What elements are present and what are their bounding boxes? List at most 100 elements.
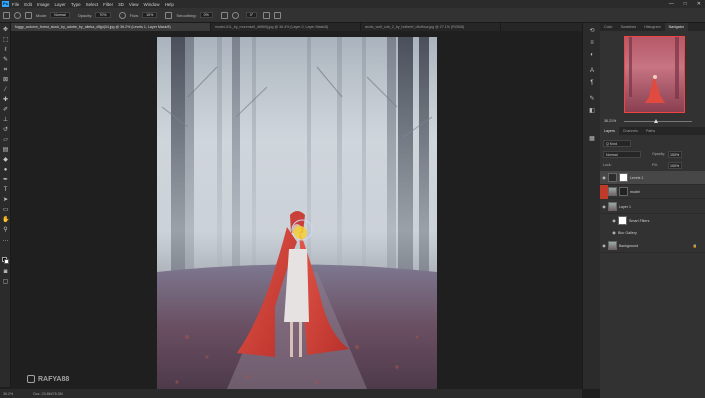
tab-label: arctic_wolf_cub_2_by_hotbeef_d4cfbua.jpg… — [365, 25, 465, 29]
history-icon[interactable]: ⟲ — [588, 27, 596, 35]
minimize-button[interactable]: — — [669, 1, 674, 7]
quick-mask-icon[interactable]: ◙ — [2, 269, 9, 276]
libraries-icon[interactable]: ▦ — [588, 135, 596, 143]
pressure-size-icon[interactable] — [263, 11, 271, 19]
menu-image[interactable]: Image — [37, 2, 50, 7]
menu-view[interactable]: View — [129, 2, 139, 7]
mask-thumbnail[interactable] — [619, 173, 628, 182]
visibility-eye-icon[interactable]: ◉ — [600, 243, 608, 248]
smart-filters-row[interactable]: ◉ Smart Filters — [600, 215, 705, 226]
visibility-eye-icon[interactable]: ◉ — [600, 204, 608, 209]
layer-row-layer1[interactable]: ◉ Layer 1 — [600, 200, 705, 214]
navigator-zoom[interactable]: 36.21% — [604, 119, 616, 123]
more-icon[interactable]: … — [2, 237, 9, 244]
rectangle-icon[interactable]: ▭ — [2, 207, 9, 214]
tab-histogram[interactable]: Histogram — [640, 23, 664, 31]
navigator-zoom-slider[interactable] — [624, 119, 692, 123]
tab-channels[interactable]: Channels — [619, 127, 642, 135]
smoothing-input[interactable]: 0% — [199, 12, 213, 18]
visibility-eye-icon[interactable]: ◉ — [610, 218, 618, 223]
slider-knob[interactable] — [654, 119, 658, 123]
blur-icon[interactable]: ◆ — [2, 157, 9, 164]
visibility-eye-icon[interactable]: ◉ — [600, 175, 608, 180]
menu-help[interactable]: Help — [165, 2, 174, 7]
pen-icon[interactable]: ✒ — [2, 177, 9, 184]
home-icon[interactable] — [3, 11, 10, 19]
window-controls: — □ ✕ — [669, 1, 701, 7]
marquee-icon[interactable]: ⬚ — [2, 37, 9, 44]
visibility-toggle-red[interactable] — [600, 184, 608, 199]
document-image[interactable] — [157, 37, 437, 389]
gradient-icon[interactable]: ▤ — [2, 147, 9, 154]
menu-window[interactable]: Window — [144, 2, 160, 7]
styles-icon[interactable]: ◧ — [588, 107, 596, 115]
layer-row-background[interactable]: ◉ Background 🔒 — [600, 239, 705, 253]
crop-icon[interactable]: ⌗ — [2, 67, 9, 74]
eyedropper-icon[interactable]: ⁄ — [2, 87, 9, 94]
maximize-button[interactable]: □ — [684, 1, 687, 7]
layer-opacity-input[interactable]: 100% — [668, 151, 682, 158]
history-brush-icon[interactable]: ↺ — [2, 127, 9, 134]
screen-mode-icon[interactable]: ▢ — [2, 279, 9, 286]
menu-type[interactable]: Type — [71, 2, 81, 7]
tab-swatches[interactable]: Swatches — [617, 23, 641, 31]
move-icon[interactable]: ✥ — [2, 27, 9, 34]
dodge-icon[interactable]: ● — [2, 167, 9, 174]
menu-3d[interactable]: 3D — [118, 2, 124, 7]
menu-file[interactable]: File — [12, 2, 19, 7]
blend-mode-select[interactable]: Normal — [603, 151, 641, 158]
brush-icon[interactable]: ✐ — [2, 107, 9, 114]
navigator-preview[interactable] — [624, 36, 685, 113]
pressure-opacity-icon[interactable] — [118, 11, 126, 19]
angle-input[interactable]: 0° — [245, 12, 258, 18]
zoom-icon[interactable]: ⚲ — [2, 227, 9, 234]
zoom-level[interactable]: 36.2% — [3, 392, 13, 396]
airbrush-icon[interactable] — [165, 11, 173, 19]
smoothing-settings-icon[interactable] — [220, 11, 228, 19]
menu-edit[interactable]: Edit — [24, 2, 32, 7]
adjustments-icon[interactable]: ◐ — [588, 51, 596, 59]
paragraph-icon[interactable]: ¶ — [588, 79, 596, 87]
symmetry-icon[interactable] — [274, 11, 282, 19]
menu-select[interactable]: Select — [86, 2, 99, 7]
forest-scene — [157, 37, 437, 389]
fill-input[interactable]: 100% — [668, 162, 682, 169]
frame-icon[interactable]: ⊠ — [2, 77, 9, 84]
tab-wolf-document[interactable]: arctic_wolf_cub_2_by_hotbeef_d4cfbua.jpg… — [361, 23, 501, 31]
layer-row-levels[interactable]: ◉ Levels 1 — [600, 171, 705, 185]
menu-layer[interactable]: Layer — [55, 2, 66, 7]
stamp-icon[interactable]: ⊥ — [2, 117, 9, 124]
layer-row-model[interactable]: model — [600, 184, 705, 199]
path-select-icon[interactable]: ➤ — [2, 197, 9, 204]
layer-filter-kind[interactable]: Q Kind — [603, 140, 631, 147]
menu-filter[interactable]: Filter — [103, 2, 113, 7]
tab-color[interactable]: Color — [600, 23, 617, 31]
mode-select[interactable]: Normal — [50, 12, 70, 18]
brush-preset-icon[interactable] — [14, 11, 21, 19]
mask-thumbnail[interactable] — [619, 187, 628, 196]
healing-icon[interactable]: ✚ — [2, 97, 9, 104]
visibility-eye-icon[interactable]: ◉ — [610, 230, 618, 235]
type-icon[interactable]: T — [2, 187, 9, 194]
canvas-area[interactable]: RAFYA88 — [11, 31, 582, 389]
tab-layers[interactable]: Layers — [600, 127, 619, 135]
opacity-label: Opacity: — [77, 12, 93, 18]
brushes-icon[interactable]: ✎ — [588, 95, 596, 103]
opacity-input[interactable]: 70% — [95, 12, 111, 18]
lasso-icon[interactable]: ℓ — [2, 47, 9, 54]
quick-select-icon[interactable]: ✎ — [2, 57, 9, 64]
close-button[interactable]: ✕ — [697, 1, 701, 7]
character-icon[interactable]: A — [588, 67, 596, 75]
tab-forest-document[interactable]: foggy_autumn_forest_stock_by_adobe_by_ai… — [11, 23, 211, 31]
brush-settings-icon[interactable] — [25, 11, 32, 19]
filter-mask-thumbnail[interactable] — [618, 216, 627, 225]
hand-icon[interactable]: ✋ — [2, 217, 9, 224]
tab-navigator[interactable]: Navigator — [664, 23, 688, 31]
blur-gallery-row[interactable]: ◉ Blur Gallery — [600, 227, 705, 238]
background-color-swatch[interactable] — [4, 259, 9, 264]
eraser-icon[interactable]: ▱ — [2, 137, 9, 144]
flow-input[interactable]: 10% — [142, 12, 158, 18]
properties-icon[interactable]: ≡ — [588, 39, 596, 47]
tab-paths[interactable]: Paths — [642, 127, 659, 135]
tab-model-document[interactable]: model-011_by_morenkell_d6f6i9j.jpg @ 36.… — [211, 23, 361, 31]
